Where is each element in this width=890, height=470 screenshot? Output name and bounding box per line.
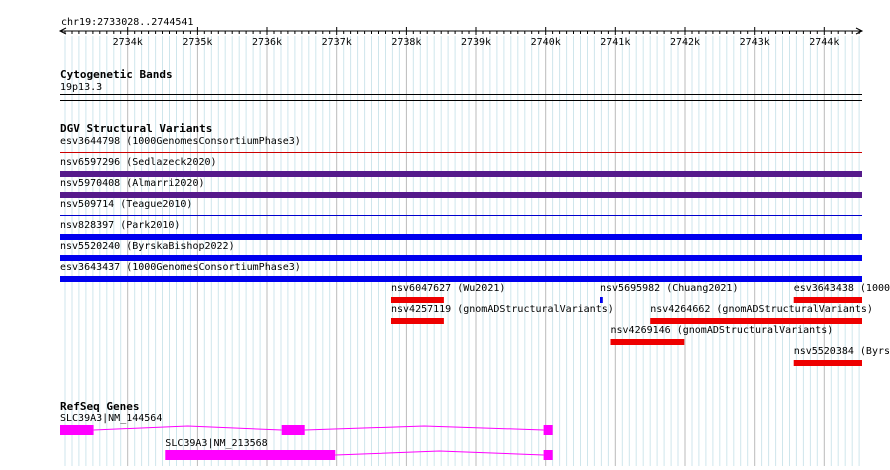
gene-label: SLC39A3|NM_213568	[165, 438, 267, 449]
sv-feature[interactable]: nsv5695982 (Chuang2021)	[600, 283, 738, 303]
sv-bar	[60, 171, 862, 177]
genome-view[interactable]: chr19:2733028..2744541 2734k 2735k 2736k 27…	[0, 0, 890, 466]
cytoband-track-title: Cytogenetic Bands	[60, 68, 173, 81]
genome-browser: chr19:2733028..2744541 2734k 2735k 2736k 27…	[0, 0, 890, 466]
sv-bar	[60, 152, 862, 153]
gene-exon	[281, 425, 305, 435]
sv-feature[interactable]: nsv5970408 (Almarri2020)	[60, 178, 862, 198]
sv-label: nsv5970408 (Almarri2020)	[60, 178, 205, 189]
sv-bar	[793, 360, 862, 366]
sv-label: nsv4269146 (gnomADStructuralVariants)	[611, 325, 834, 336]
gene-exon	[60, 425, 94, 435]
region-label: chr19:2733028..2744541	[61, 17, 193, 28]
sv-label: nsv4257119 (gnomADStructuralVariants)	[391, 304, 614, 315]
sv-bar	[60, 255, 862, 261]
sv-bar	[600, 297, 603, 303]
sv-label: nsv6047627 (Wu2021)	[391, 283, 505, 294]
sv-label: esv3643437 (1000GenomesConsortiumPhase3)	[60, 262, 301, 273]
sv-bar	[793, 297, 862, 303]
sv-bar	[60, 215, 862, 216]
sv-label: nsv5520240 (ByrskaBishop2022)	[60, 241, 235, 252]
sv-feature[interactable]: esv3643437 (1000GenomesConsortiumPhase3)	[60, 262, 862, 282]
dgv-track-title: DGV Structural Variants	[60, 122, 212, 135]
tick-label: 2739k	[461, 37, 491, 48]
tick-label: 2741k	[600, 37, 630, 48]
sv-label: esv3643438 (1000	[794, 283, 890, 294]
sv-bar	[391, 318, 444, 324]
sv-feature[interactable]: nsv509714 (Teague2010)	[60, 199, 862, 216]
sv-feature[interactable]: nsv828397 (Park2010)	[60, 220, 862, 240]
gene-intron	[335, 450, 544, 456]
sv-feature[interactable]: nsv5520240 (ByrskaBishop2022)	[60, 241, 862, 261]
refseq-track[interactable]: SLC39A3|NM_144564 SLC39A3|NM_213568	[60, 413, 553, 460]
sv-feature[interactable]: nsv5520384 (Byrs	[793, 346, 890, 366]
sv-label: nsv5520384 (Byrs	[794, 346, 890, 357]
sv-label: nsv5695982 (Chuang2021)	[600, 283, 738, 294]
sv-bar	[650, 318, 862, 324]
sv-feature[interactable]: esv3643438 (1000	[793, 283, 890, 303]
sv-bar	[60, 276, 862, 282]
tick-label: 2742k	[670, 37, 700, 48]
gene-feature[interactable]: SLC39A3|NM_144564	[60, 413, 553, 435]
sv-label: nsv6597296 (Sedlazeck2020)	[60, 157, 217, 168]
gene-label: SLC39A3|NM_144564	[60, 413, 162, 424]
gene-exon	[543, 425, 553, 435]
sv-bar	[610, 339, 685, 345]
sv-label: nsv828397 (Park2010)	[60, 220, 180, 231]
tick-label: 2734k	[113, 37, 143, 48]
cytoband-track[interactable]	[60, 94, 862, 101]
gene-intron	[304, 425, 544, 431]
sv-label: esv3644798 (1000GenomesConsortiumPhase3)	[60, 136, 301, 147]
sv-feature[interactable]: nsv4269146 (gnomADStructuralVariants)	[610, 325, 834, 345]
sv-feature[interactable]: esv3644798 (1000GenomesConsortiumPhase3)	[60, 136, 862, 153]
sv-bar	[391, 297, 444, 303]
ruler[interactable]: 2734k 2735k 2736k 2737k 2738k 2739k 2740k 2741k…	[58, 27, 864, 48]
tick-label: 2740k	[531, 37, 561, 48]
gene-feature[interactable]: SLC39A3|NM_213568	[165, 438, 553, 460]
tick-label: 2738k	[391, 37, 421, 48]
tick-label: 2735k	[182, 37, 212, 48]
tick-label: 2736k	[252, 37, 282, 48]
cytoband-label: 19p13.3	[60, 82, 102, 93]
sv-bar	[60, 234, 862, 240]
sv-label: nsv4264662 (gnomADStructuralVariants)	[650, 304, 873, 315]
tick-label: 2743k	[740, 37, 770, 48]
dgv-track[interactable]: esv3644798 (1000GenomesConsortiumPhase3)…	[60, 136, 890, 366]
gene-exon	[165, 450, 336, 460]
tick-label: 2737k	[322, 37, 352, 48]
gene-exon	[543, 450, 553, 460]
tick-label: 2744k	[809, 37, 839, 48]
sv-bar	[60, 192, 862, 198]
sv-feature[interactable]: nsv6597296 (Sedlazeck2020)	[60, 157, 862, 177]
sv-feature[interactable]: nsv4264662 (gnomADStructuralVariants)	[650, 304, 873, 324]
refseq-track-title: RefSeq Genes	[60, 400, 139, 413]
sv-label: nsv509714 (Teague2010)	[60, 199, 192, 210]
